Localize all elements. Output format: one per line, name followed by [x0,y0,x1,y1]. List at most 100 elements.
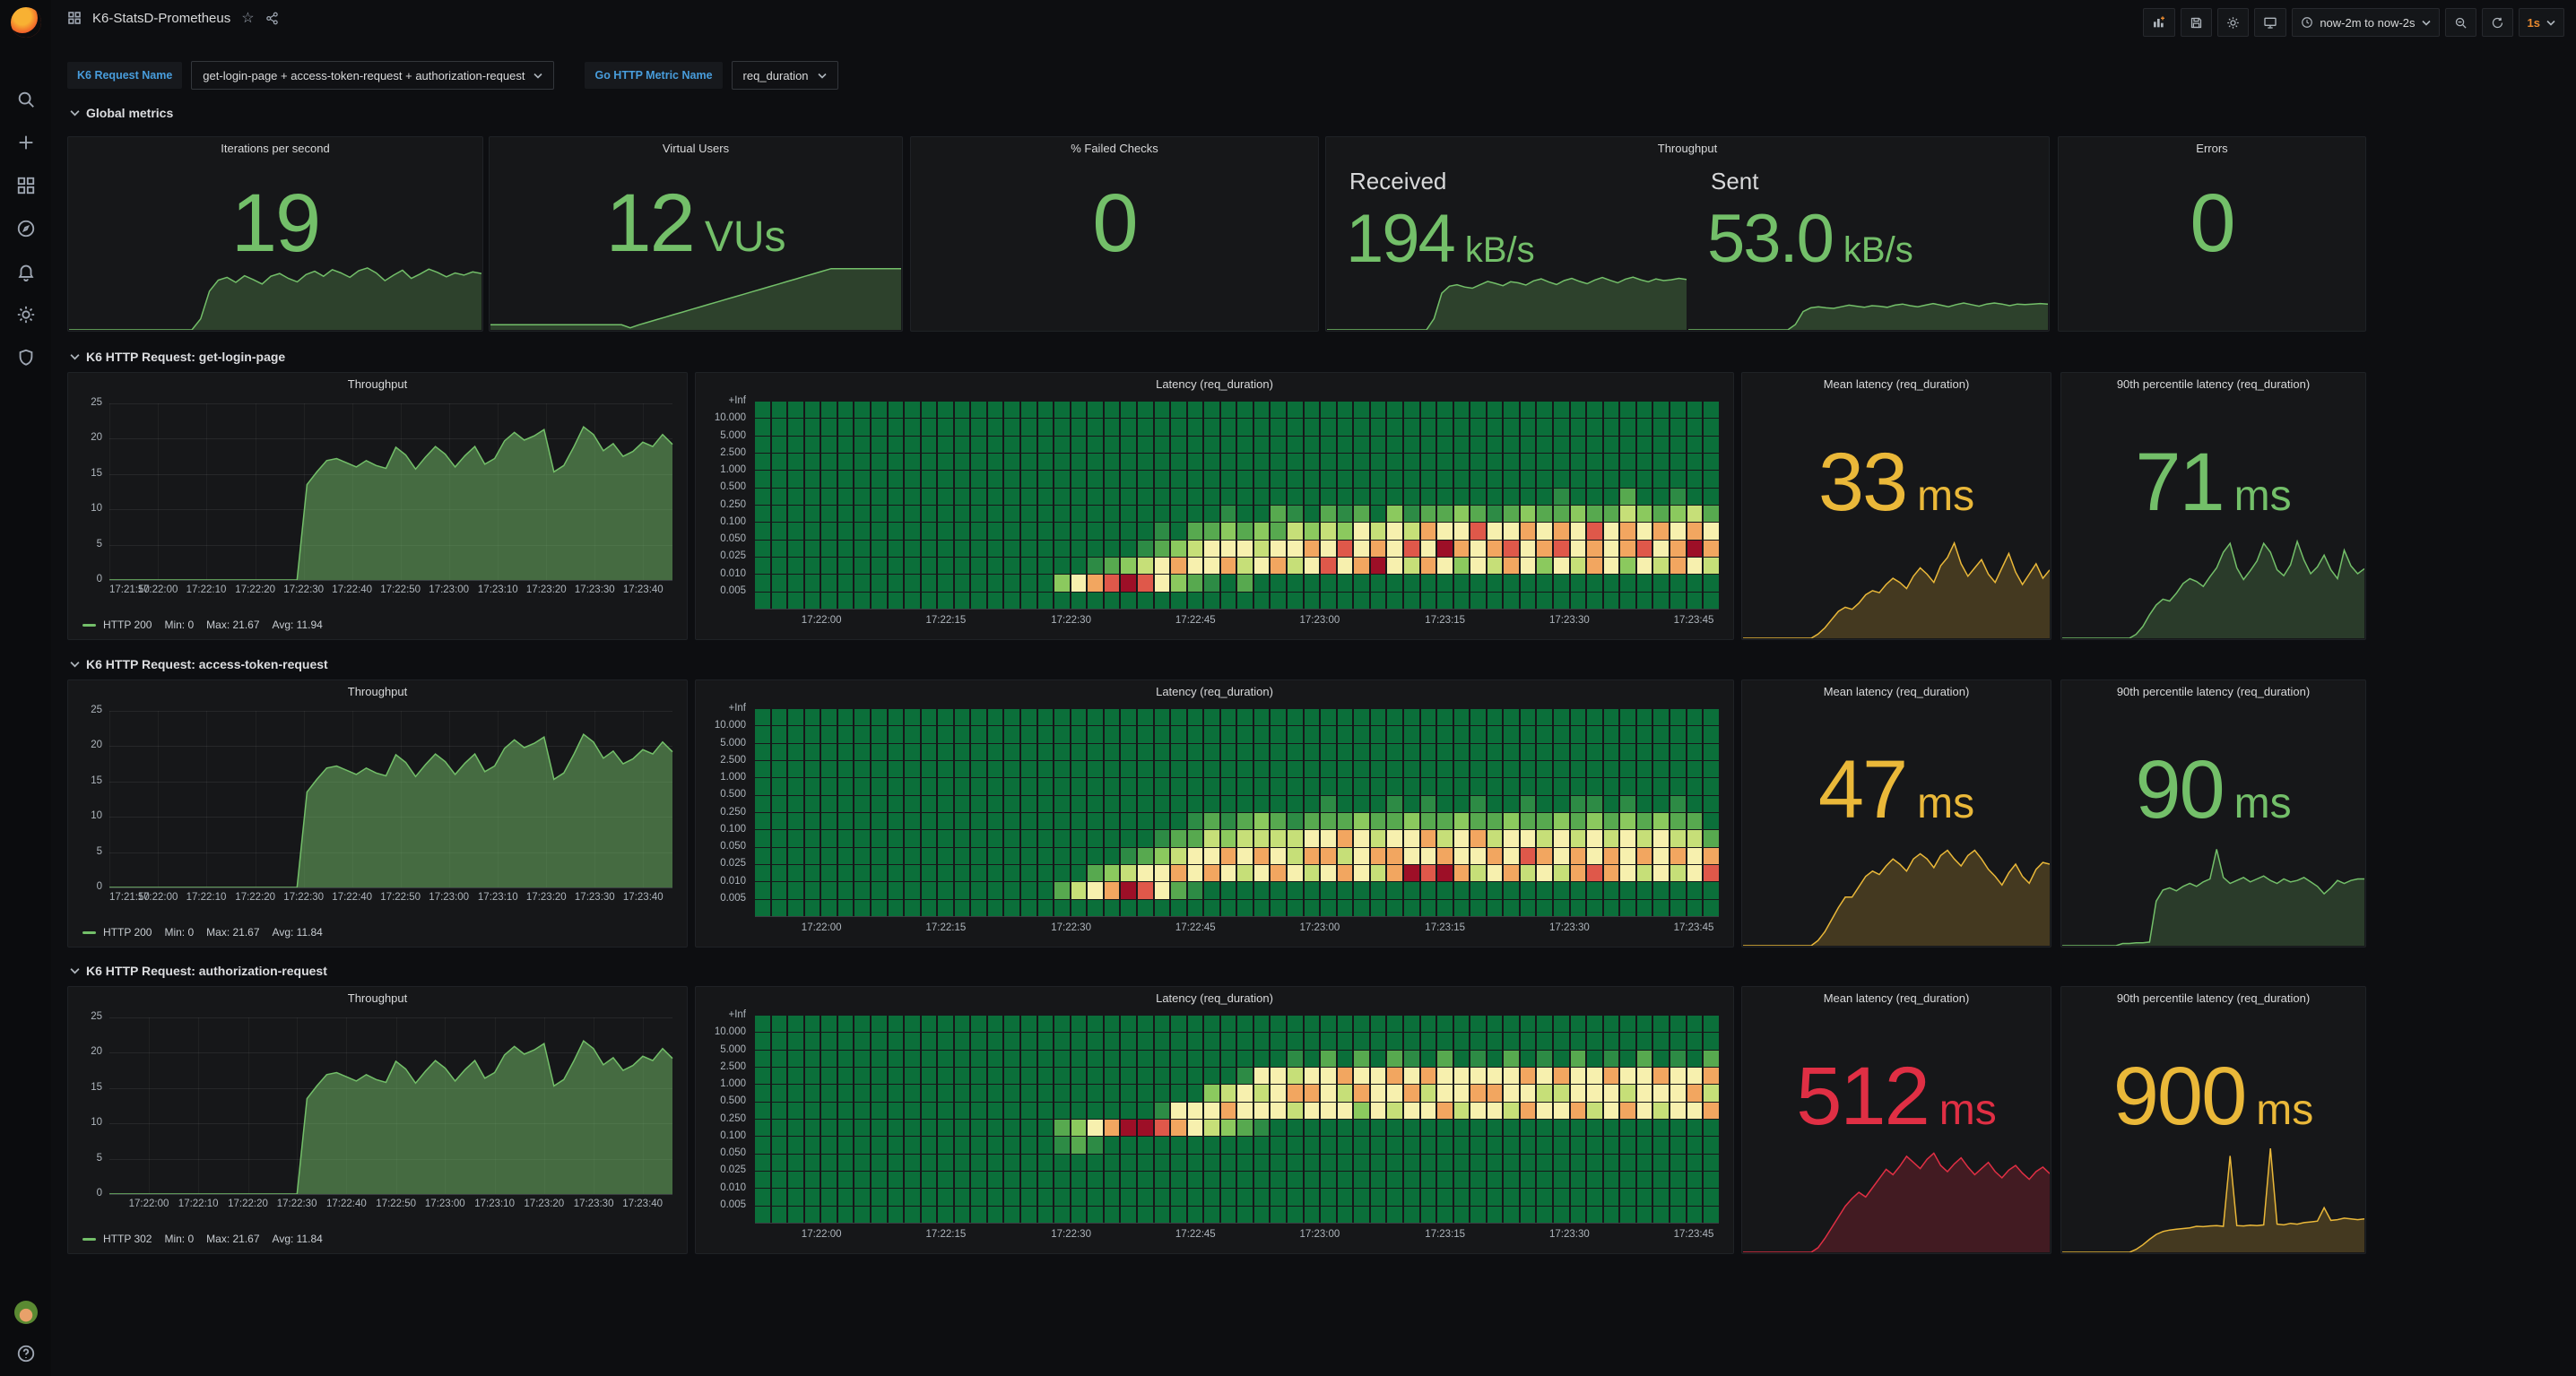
refresh-button[interactable] [2482,8,2513,37]
heatmap-cell [905,744,920,760]
heatmap-column [1704,402,1719,609]
stat-value: 0 [2190,177,2233,271]
heatmap-cell [1387,402,1402,418]
heatmap-cell [1354,1068,1369,1084]
heatmap-cell [922,523,937,539]
help-icon[interactable] [16,1344,36,1363]
add-panel-button[interactable] [2143,8,2175,37]
star-icon[interactable]: ☆ [241,9,254,27]
panel-title[interactable]: Iterations per second [68,137,482,160]
legend-item[interactable]: Avg: 11.94 [273,619,323,631]
panel-title[interactable]: % Failed Checks [911,137,1318,160]
row-header-access-token-request[interactable]: K6 HTTP Request: access-token-request [70,657,328,671]
heatmap-cell [1454,1172,1470,1188]
heatmap-cell [821,796,837,812]
panel-title[interactable]: 90th percentile latency (req_duration) [2061,680,2365,704]
panel-title[interactable]: Throughput [68,680,687,704]
heatmap-cell [854,761,870,777]
share-icon[interactable] [265,12,279,25]
y-axis-tick-label: +Inf [699,703,746,714]
search-icon[interactable] [16,90,36,109]
heatmap-column [1470,709,1486,916]
legend-item[interactable]: Max: 21.67 [206,1233,259,1245]
heatmap-cell [1521,709,1536,725]
legend-item[interactable]: HTTP 302 [103,1233,152,1245]
legend-item[interactable]: Min: 0 [164,926,194,939]
heatmap-cell [1271,1016,1286,1032]
legend-item[interactable]: HTTP 200 [103,619,152,631]
panel-errors: Errors 0 [2058,136,2366,332]
heatmap-cell [889,796,904,812]
heatmap-cell [1704,830,1719,846]
legend-item[interactable]: Min: 0 [164,619,194,631]
heatmap-cell [1288,900,1303,916]
heatmap-cell [1537,523,1552,539]
heatmap-cell [922,593,937,609]
heatmap-cell [1620,575,1635,591]
heatmap-cell [1155,1016,1170,1032]
x-axis-tick-label: 17:23:45 [1674,615,1714,626]
zoom-out-button[interactable] [2445,8,2476,37]
heatmap-cell [1653,593,1669,609]
heatmap-cell [1138,1068,1153,1084]
panel-title[interactable]: Latency (req_duration) [696,987,1733,1010]
row-header-get-login-page[interactable]: K6 HTTP Request: get-login-page [70,350,285,364]
time-range-picker[interactable]: now-2m to now-2s [2292,8,2439,37]
variable-value-go-http-metric-name[interactable]: req_duration [732,61,838,90]
heatmap-cell [1188,778,1203,794]
heatmap-cell [1254,1137,1270,1153]
user-avatar[interactable] [14,1301,38,1324]
panel-title[interactable]: Throughput [68,373,687,396]
heatmap-cell [1021,1051,1036,1067]
panel-title[interactable]: Throughput [1326,137,2049,160]
heatmap-cell [1537,558,1552,574]
heatmap-column [1521,402,1536,609]
panel-title[interactable]: Errors [2059,137,2365,160]
save-dashboard-button[interactable] [2181,8,2212,37]
heatmap-cell [1504,523,1519,539]
legend-item[interactable]: Avg: 11.84 [273,926,323,939]
panel-title[interactable]: Latency (req_duration) [696,373,1733,396]
heatmap-cell [1587,506,1602,522]
panel-title[interactable]: Throughput [68,987,687,1010]
legend-item[interactable]: Max: 21.67 [206,619,259,631]
legend-item[interactable]: Avg: 11.84 [273,1233,323,1245]
explore-icon[interactable] [16,219,36,238]
legend-item[interactable]: HTTP 200 [103,926,152,939]
stat-unit: ms [2234,472,2292,521]
cycle-view-mode-button[interactable] [2254,8,2286,37]
heatmap-cell [1004,796,1019,812]
heatmap-cell [1521,1051,1536,1067]
panel-title[interactable]: Mean latency (req_duration) [1742,987,2051,1010]
heatmap-cell [1254,1033,1270,1049]
heatmap-cell [1371,575,1386,591]
configuration-icon[interactable] [16,305,36,325]
create-icon[interactable] [16,133,36,152]
refresh-interval-picker[interactable]: 1s [2519,8,2564,37]
alerting-icon[interactable] [16,262,36,281]
panel-title[interactable]: 90th percentile latency (req_duration) [2061,373,2365,396]
panel-title[interactable]: Virtual Users [490,137,902,160]
heatmap-cell [838,506,854,522]
heatmap-cell [1038,796,1054,812]
variable-value-k6-request-name[interactable]: get-login-page + access-token-request + … [191,61,554,90]
dashboard-settings-button[interactable] [2217,8,2249,37]
panel-title[interactable]: Mean latency (req_duration) [1742,680,2051,704]
heatmap-cell [1321,437,1336,453]
legend-item[interactable]: Min: 0 [164,1233,194,1245]
panel-title[interactable]: Mean latency (req_duration) [1742,373,2051,396]
heatmap-cell [1571,709,1586,725]
panel-title[interactable]: 90th percentile latency (req_duration) [2061,987,2365,1010]
heatmap-cell [1470,558,1486,574]
server-admin-icon[interactable] [16,348,36,368]
legend-item[interactable]: Max: 21.67 [206,926,259,939]
heatmap-cell [1121,1120,1136,1136]
row-header-global-metrics[interactable]: Global metrics [70,106,173,120]
row-header-authorization-request[interactable]: K6 HTTP Request: authorization-request [70,964,327,978]
grafana-logo[interactable] [11,7,41,38]
panel-title[interactable]: Latency (req_duration) [696,680,1733,704]
dashboards-icon[interactable] [16,176,36,195]
heatmap-cell [1155,1120,1170,1136]
heatmap-cell [1387,593,1402,609]
heatmap-cell [1470,709,1486,725]
